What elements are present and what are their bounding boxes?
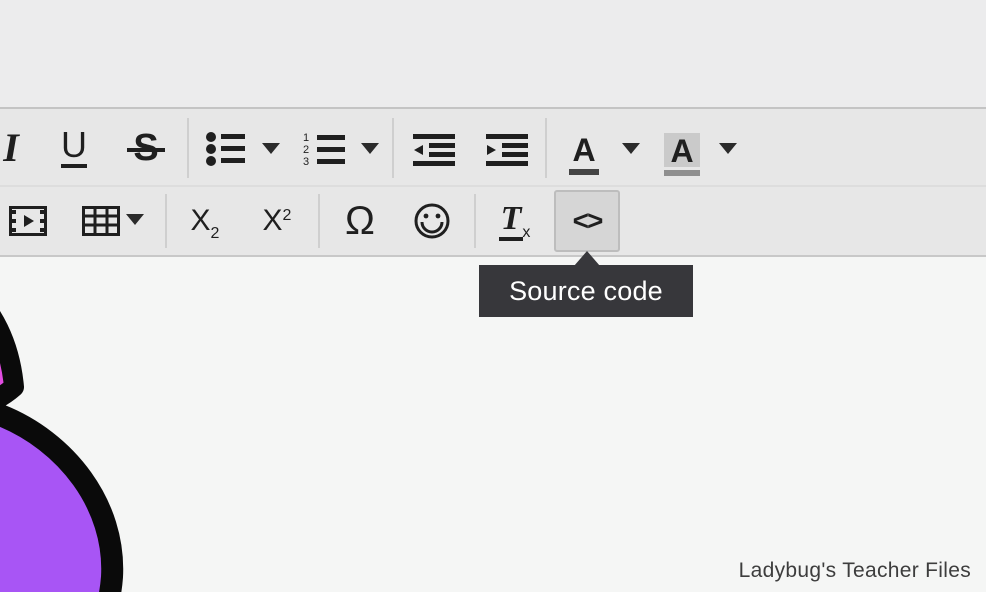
table-icon: [82, 206, 120, 236]
underline-button[interactable]: U: [48, 122, 100, 174]
increase-indent-icon: [486, 134, 528, 166]
toolbar-divider: [392, 118, 394, 178]
insert-media-button[interactable]: [2, 196, 54, 246]
source-code-button[interactable]: <>: [554, 190, 620, 252]
text-color-icon: A: [569, 134, 599, 175]
background-color-icon: A: [664, 133, 700, 176]
italic-icon: I: [3, 125, 19, 170]
toolbar-divider: [474, 194, 476, 248]
strikethrough-button[interactable]: S: [120, 122, 172, 174]
tooltip-arrow-icon: [574, 251, 600, 266]
strikethrough-icon: S: [127, 129, 165, 167]
background-color-button[interactable]: A: [656, 124, 708, 176]
insert-table-button[interactable]: [76, 196, 126, 246]
toolbar-divider: [318, 194, 320, 248]
special-character-button[interactable]: Ω: [334, 196, 386, 246]
superscript-button[interactable]: X2: [252, 196, 302, 246]
underline-icon: U: [61, 126, 87, 169]
screenshot-root: I U S 1 2 3: [0, 0, 986, 592]
italic-button[interactable]: I: [0, 122, 36, 174]
subscript-icon: X2: [190, 204, 220, 242]
toolbar-divider: [165, 194, 167, 248]
text-color-menu-caret-icon[interactable]: [622, 143, 640, 154]
smiley-face-icon: [414, 203, 450, 239]
subscript-button[interactable]: X2: [180, 196, 230, 246]
text-color-button[interactable]: A: [558, 124, 610, 176]
toolbar-divider: [187, 118, 189, 178]
editor-top-area: [0, 0, 986, 108]
insert-table-menu-caret-icon[interactable]: [126, 214, 144, 225]
numbered-list-icon: 1 2 3: [303, 132, 345, 168]
purple-cat-mascot-artwork: [0, 311, 124, 592]
svg-text:1: 1: [303, 132, 309, 144]
bullet-list-button[interactable]: [200, 124, 250, 174]
watermark-text: Ladybug's Teacher Files: [738, 559, 971, 582]
tooltip-label: Source code: [509, 275, 663, 306]
numbered-list-menu-caret-icon[interactable]: [361, 143, 379, 154]
clear-formatting-button[interactable]: Tx: [489, 196, 541, 246]
source-code-tooltip: Source code: [479, 265, 693, 317]
svg-text:3: 3: [303, 156, 309, 168]
background-color-menu-caret-icon[interactable]: [719, 143, 737, 154]
toolbar-divider: [545, 118, 547, 178]
numbered-list-button[interactable]: 1 2 3: [298, 124, 350, 176]
bullet-list-menu-caret-icon[interactable]: [262, 143, 280, 154]
increase-indent-button[interactable]: [481, 124, 533, 176]
decrease-indent-icon: [413, 134, 455, 166]
source-code-icon: <>: [572, 205, 604, 236]
decrease-indent-button[interactable]: [408, 124, 460, 176]
bullet-list-icon: [206, 132, 245, 166]
superscript-icon: X2: [262, 204, 292, 237]
emoticons-button[interactable]: [406, 196, 458, 246]
svg-text:2: 2: [303, 144, 309, 156]
omega-icon: Ω: [345, 199, 375, 243]
media-film-icon: [9, 206, 47, 236]
clear-formatting-icon: Tx: [498, 199, 531, 241]
